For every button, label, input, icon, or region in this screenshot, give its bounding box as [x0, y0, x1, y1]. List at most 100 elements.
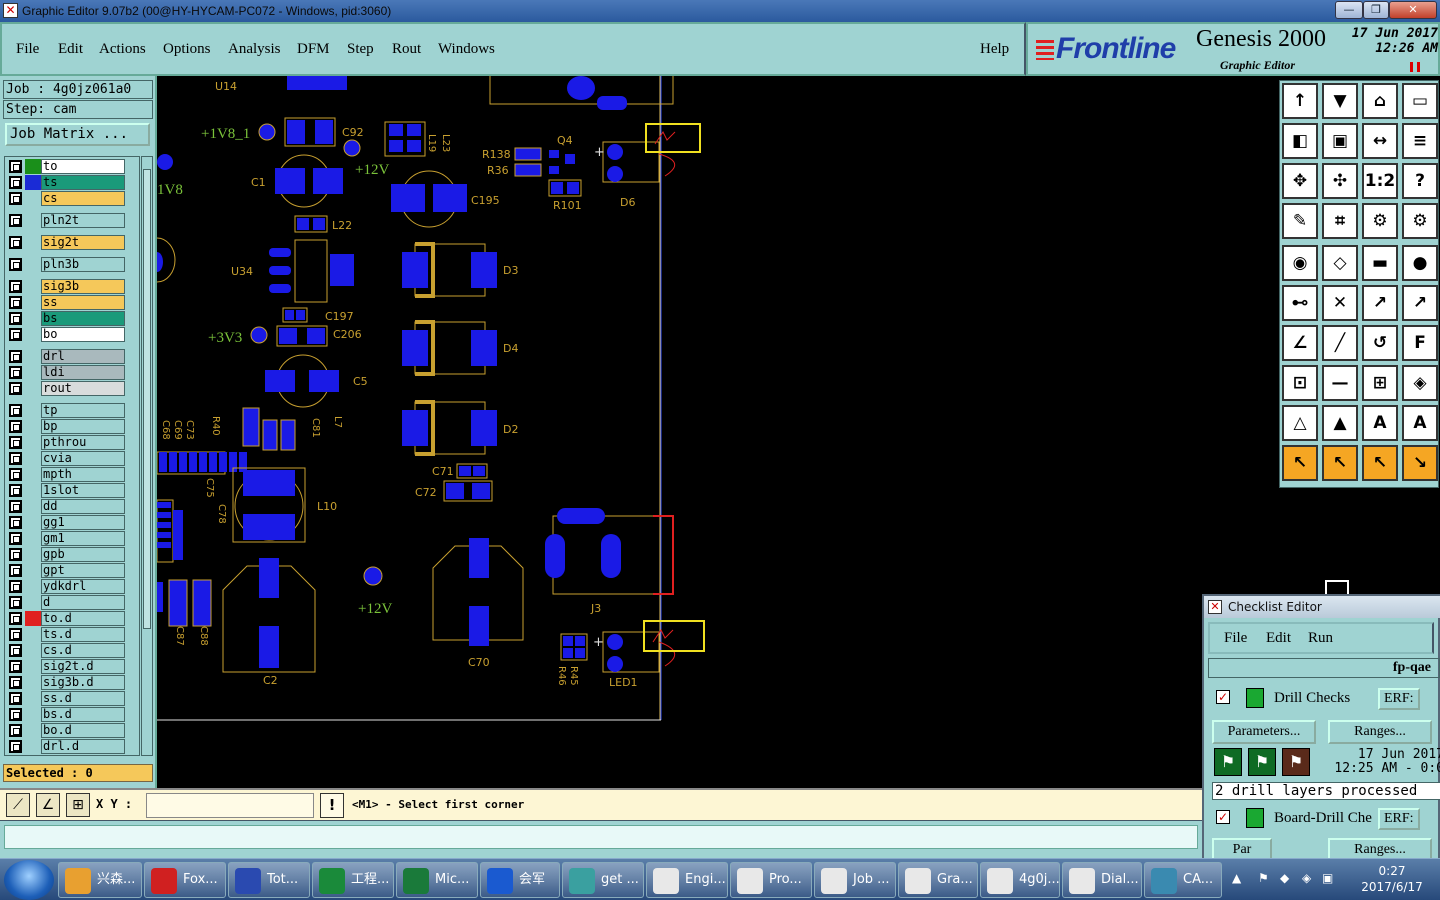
layer-row[interactable]: gg1	[7, 515, 125, 530]
taskbar-item[interactable]: Engi...	[646, 862, 728, 898]
taskbar-item[interactable]: 工程...	[312, 862, 394, 898]
parameters-button[interactable]: Parameters...	[1212, 720, 1316, 744]
tool-row10-1-icon[interactable]: ↖	[1322, 445, 1358, 481]
tool-row3-2-icon[interactable]: 1:2	[1362, 163, 1398, 199]
menu-analysis[interactable]: Analysis	[228, 41, 281, 58]
tool-row2-1-icon[interactable]: ▣	[1322, 123, 1358, 159]
menu-actions[interactable]: Actions	[99, 41, 146, 58]
layer-color-swatch[interactable]	[25, 159, 41, 174]
tool-row5-3-icon[interactable]: ●	[1402, 245, 1438, 281]
layer-color-swatch[interactable]	[25, 515, 41, 530]
layer-name[interactable]: ydkdrl	[41, 579, 125, 594]
menu-file[interactable]: File	[16, 41, 39, 58]
layer-row[interactable]: mpth	[7, 467, 125, 482]
layer-color-swatch[interactable]	[25, 531, 41, 546]
layer-color-swatch[interactable]	[25, 327, 41, 342]
layer-checkbox[interactable]	[9, 366, 22, 379]
layer-row[interactable]: bo.d	[7, 723, 125, 738]
layer-row[interactable]: d	[7, 595, 125, 610]
layer-checkbox[interactable]	[9, 612, 22, 625]
layer-row[interactable]: pthrou	[7, 435, 125, 450]
layer-name[interactable]: drl.d	[41, 739, 125, 754]
layer-checkbox[interactable]	[9, 516, 22, 529]
layer-color-swatch[interactable]	[25, 547, 41, 562]
layer-checkbox[interactable]	[9, 548, 22, 561]
layer-name[interactable]: bo	[41, 327, 125, 342]
layer-checkbox[interactable]	[9, 564, 22, 577]
layer-row[interactable]: to.d	[7, 611, 125, 626]
layer-color-swatch[interactable]	[25, 467, 41, 482]
layer-name[interactable]: pln3b	[41, 257, 125, 272]
layer-name[interactable]: ldi	[41, 365, 125, 380]
layer-checkbox[interactable]	[9, 724, 22, 737]
layer-color-swatch[interactable]	[25, 365, 41, 380]
layer-name[interactable]: rout.d	[41, 755, 125, 756]
tool-row4-0-icon[interactable]: ✎	[1282, 203, 1318, 239]
layer-row[interactable]: gm1	[7, 531, 125, 546]
tool-row9-0-icon[interactable]: △	[1282, 405, 1318, 441]
tool-row4-1-icon[interactable]: ⌗	[1322, 203, 1358, 239]
layer-row[interactable]: ydkdrl	[7, 579, 125, 594]
layer-color-swatch[interactable]	[25, 451, 41, 466]
layer-name[interactable]: bs.d	[41, 707, 125, 722]
layer-checkbox[interactable]	[9, 382, 22, 395]
layer-color-swatch[interactable]	[25, 563, 41, 578]
checklist-menu-edit[interactable]: Edit	[1266, 630, 1291, 647]
maximize-button[interactable]: ❐	[1363, 1, 1389, 19]
layer-name[interactable]: 1slot	[41, 483, 125, 498]
layer-name[interactable]: ts	[41, 175, 125, 190]
layer-checkbox[interactable]	[9, 280, 22, 293]
layer-row[interactable]: bp	[7, 419, 125, 434]
menu-rout[interactable]: Rout	[392, 41, 421, 58]
layer-row[interactable]: 1slot	[7, 483, 125, 498]
layer-name[interactable]: to.d	[41, 611, 125, 626]
layer-name[interactable]: tp	[41, 403, 125, 418]
tool-row3-0-icon[interactable]: ✥	[1282, 163, 1318, 199]
layer-row[interactable]: to	[7, 159, 125, 174]
layer-color-swatch[interactable]	[25, 175, 41, 190]
layer-row[interactable]: dd	[7, 499, 125, 514]
layer-name[interactable]: gpb	[41, 547, 125, 562]
stop-icon[interactable]: ⚑	[1282, 748, 1310, 776]
tool-row5-1-icon[interactable]: ◇	[1322, 245, 1358, 281]
layer-checkbox[interactable]	[9, 452, 22, 465]
layer-color-swatch[interactable]	[25, 627, 41, 642]
taskbar-item[interactable]: Fox...	[144, 862, 226, 898]
layer-checkbox[interactable]	[9, 676, 22, 689]
layer-name[interactable]: gpt	[41, 563, 125, 578]
layer-row[interactable]: sig2t.d	[7, 659, 125, 674]
layer-name[interactable]: ts.d	[41, 627, 125, 642]
layer-row[interactable]: bs	[7, 311, 125, 326]
tool-row7-1-icon[interactable]: ╱	[1322, 325, 1358, 361]
layer-checkbox[interactable]	[9, 176, 22, 189]
layer-row[interactable]: gpt	[7, 563, 125, 578]
layer-color-swatch[interactable]	[25, 483, 41, 498]
layer-color-swatch[interactable]	[25, 419, 41, 434]
tool-row2-0-icon[interactable]: ◧	[1282, 123, 1318, 159]
layer-checkbox[interactable]	[9, 532, 22, 545]
tool-row7-0-icon[interactable]: ∠	[1282, 325, 1318, 361]
layer-color-swatch[interactable]	[25, 279, 41, 294]
ranges-button[interactable]: Ranges...	[1328, 720, 1432, 744]
layer-color-swatch[interactable]	[25, 311, 41, 326]
layer-checkbox[interactable]	[9, 160, 22, 173]
layer-name[interactable]: sig2t	[41, 235, 125, 250]
layer-row[interactable]: rout	[7, 381, 125, 396]
drill-erf-button[interactable]: ERF:	[1378, 688, 1420, 710]
layer-row[interactable]: cs.d	[7, 643, 125, 658]
layer-name[interactable]: drl	[41, 349, 125, 364]
board-drill-checkbox[interactable]: ✓	[1216, 810, 1230, 824]
layer-checkbox[interactable]	[9, 312, 22, 325]
taskbar-item[interactable]: Job ...	[814, 862, 896, 898]
tool-row8-2-icon[interactable]: ⊞	[1362, 365, 1398, 401]
layer-color-swatch[interactable]	[25, 643, 41, 658]
taskbar-item[interactable]: Tot...	[228, 862, 310, 898]
layer-row[interactable]: ss	[7, 295, 125, 310]
layer-color-swatch[interactable]	[25, 349, 41, 364]
layer-color-swatch[interactable]	[25, 435, 41, 450]
tool-row7-3-icon[interactable]: F	[1402, 325, 1438, 361]
layer-name[interactable]: dd	[41, 499, 125, 514]
layer-row[interactable]: rout.d	[7, 755, 125, 756]
tray-shield-icon[interactable]: ◈	[1302, 871, 1311, 885]
drill-checks-checkbox[interactable]: ✓	[1216, 690, 1230, 704]
